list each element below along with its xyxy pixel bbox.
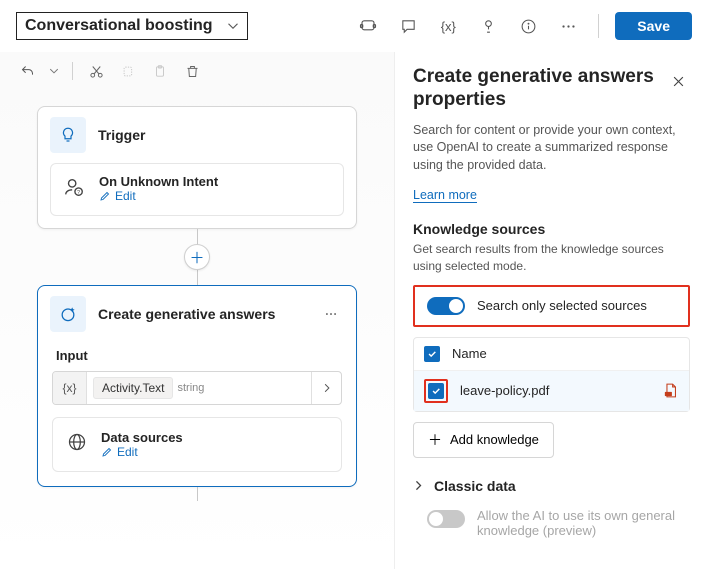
select-all-checkbox[interactable] xyxy=(424,346,440,362)
edit-trigger-link[interactable]: Edit xyxy=(99,189,218,203)
gen-title: Create generative answers xyxy=(98,306,275,322)
person-question-icon: ? xyxy=(63,176,87,198)
expand-input-button[interactable] xyxy=(311,372,341,404)
sparkle-circle-icon xyxy=(50,296,86,332)
fx-icon: {x} xyxy=(53,372,87,404)
divider xyxy=(72,62,73,80)
table-header-row: Name xyxy=(414,338,689,370)
generative-answers-node[interactable]: Create generative answers Input {x} Acti… xyxy=(37,285,357,487)
chevron-down-icon xyxy=(227,20,239,32)
source-checkbox[interactable] xyxy=(428,383,444,399)
node-more-icon[interactable] xyxy=(318,303,344,325)
search-selected-toggle[interactable] xyxy=(427,297,465,315)
lightbulb-icon xyxy=(50,117,86,153)
edit-label: Edit xyxy=(115,189,136,203)
source-name: leave-policy.pdf xyxy=(460,383,549,398)
highlighted-checkbox-box xyxy=(424,379,448,403)
divider xyxy=(598,14,599,38)
topic-title-dropdown[interactable]: Conversational boosting xyxy=(16,12,248,40)
file-type-icon xyxy=(662,382,679,399)
save-button[interactable]: Save xyxy=(615,12,692,40)
undo-button[interactable] xyxy=(14,58,40,84)
add-knowledge-button[interactable]: ＋ Add knowledge xyxy=(413,422,554,458)
input-section-label: Input xyxy=(56,348,338,363)
search-selected-toggle-row: Search only selected sources xyxy=(413,285,690,327)
more-icon[interactable] xyxy=(554,12,582,40)
intent-name: On Unknown Intent xyxy=(99,174,218,189)
name-column-header: Name xyxy=(452,346,487,361)
ai-knowledge-toggle[interactable] xyxy=(427,510,465,528)
close-panel-button[interactable] xyxy=(667,70,690,93)
cut-button[interactable] xyxy=(83,58,109,84)
add-step-button[interactable]: ＋ xyxy=(184,244,210,270)
undo-dropdown[interactable] xyxy=(46,58,62,84)
pencil-icon xyxy=(99,190,111,202)
ai-general-knowledge-row: Allow the AI to use its own general know… xyxy=(413,508,690,538)
edit-data-sources-link[interactable]: Edit xyxy=(101,445,183,459)
ai-knowledge-label: Allow the AI to use its own general know… xyxy=(477,508,690,538)
input-expression-field[interactable]: {x} Activity.Text string xyxy=(52,371,342,405)
test-icon[interactable] xyxy=(474,12,502,40)
svg-text:?: ? xyxy=(77,190,80,196)
variables-icon[interactable]: {x} xyxy=(434,12,462,40)
input-type-label: string xyxy=(177,382,204,394)
data-sources-title: Data sources xyxy=(101,430,183,445)
input-value-chip: Activity.Text xyxy=(93,377,173,399)
knowledge-sources-desc: Get search results from the knowledge so… xyxy=(413,241,690,275)
learn-more-link[interactable]: Learn more xyxy=(413,188,477,203)
paste-button[interactable] xyxy=(147,58,173,84)
copilot-icon[interactable] xyxy=(354,12,382,40)
comment-icon[interactable] xyxy=(394,12,422,40)
knowledge-sources-table: Name leave-policy.pdf xyxy=(413,337,690,412)
classic-data-heading: Classic data xyxy=(434,478,516,494)
globe-icon xyxy=(67,432,89,452)
connector-line xyxy=(197,487,198,501)
add-knowledge-label: Add knowledge xyxy=(450,432,539,447)
delete-button[interactable] xyxy=(179,58,205,84)
toggle-label: Search only selected sources xyxy=(477,298,647,313)
panel-description: Search for content or provide your own c… xyxy=(413,122,690,175)
panel-title: Create generative answers properties xyxy=(413,66,690,112)
edit-ds-label: Edit xyxy=(117,445,138,459)
copy-button[interactable] xyxy=(115,58,141,84)
knowledge-sources-heading: Knowledge sources xyxy=(413,221,690,237)
classic-data-section[interactable]: Classic data xyxy=(413,478,690,494)
pencil-icon xyxy=(101,446,113,458)
trigger-title: Trigger xyxy=(98,127,145,143)
source-row-leave-policy[interactable]: leave-policy.pdf xyxy=(414,370,689,411)
info-icon[interactable] xyxy=(514,12,542,40)
chevron-right-icon xyxy=(413,480,424,491)
topic-title: Conversational boosting xyxy=(25,17,213,35)
trigger-node[interactable]: Trigger ? On Unknown Intent xyxy=(37,106,357,229)
plus-icon: ＋ xyxy=(428,430,442,450)
